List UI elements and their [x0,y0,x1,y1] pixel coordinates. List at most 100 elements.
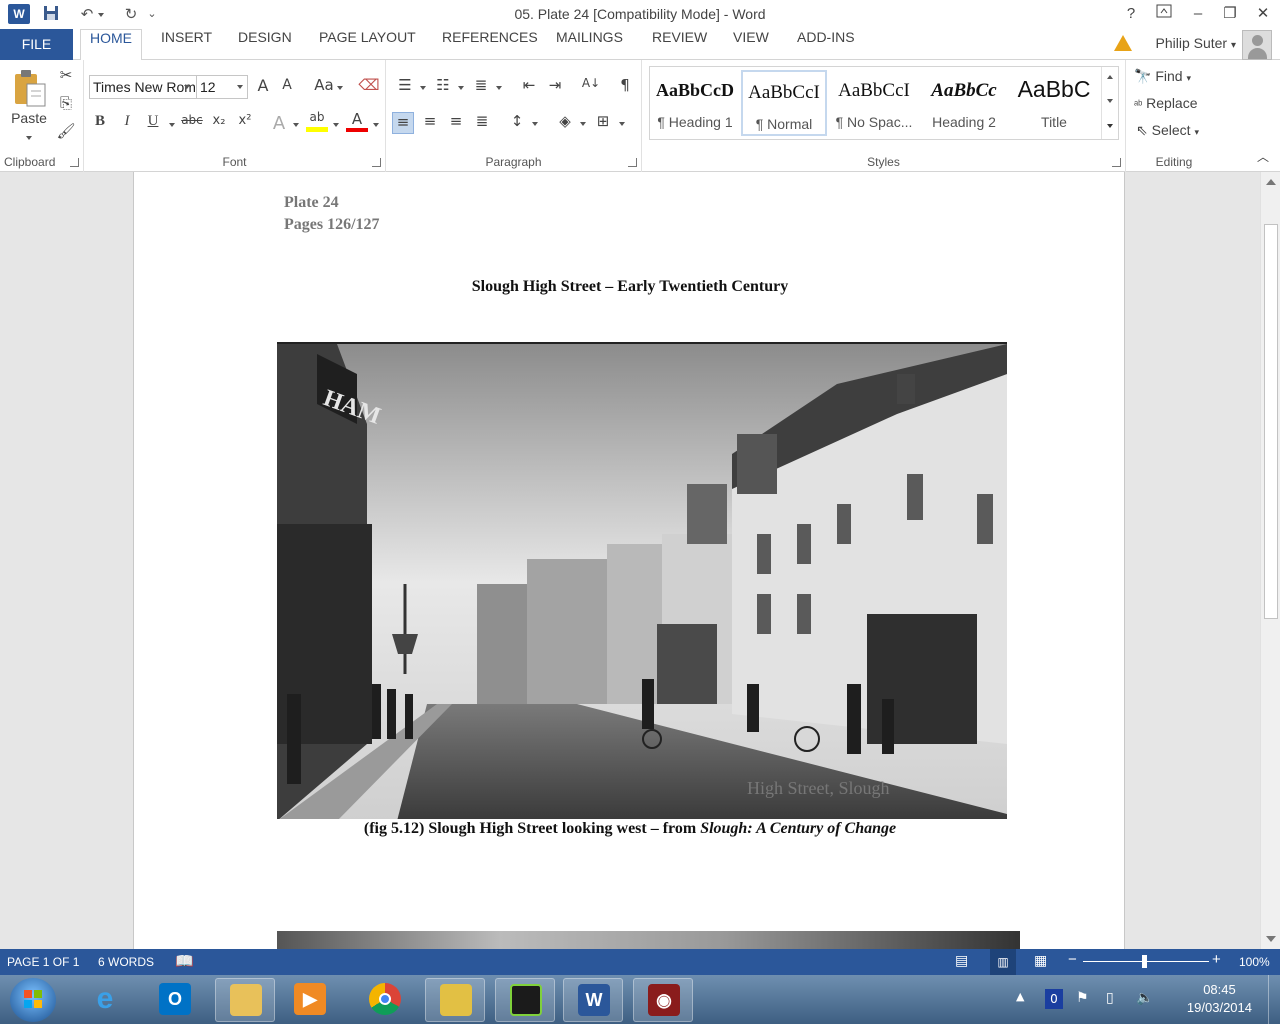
system-clock[interactable]: 08:45 19/03/2014 [1187,981,1252,1017]
bold-icon[interactable]: B [89,113,111,135]
tab-references[interactable]: REFERENCES [433,29,547,60]
collapse-ribbon-icon[interactable]: ︿ [1252,148,1274,170]
tab-view[interactable]: VIEW [724,29,778,60]
clear-formatting-icon[interactable]: ⌫ [358,76,380,98]
document-page[interactable]: Plate 24 Pages 126/127 Slough High Stree… [133,172,1125,949]
taskbar-app-green[interactable] [495,978,555,1022]
style-normal[interactable]: AaBbCcI ¶ Normal [741,70,827,136]
underline-icon[interactable]: U [142,113,164,135]
shading-icon[interactable]: ◈ [554,112,576,134]
street-photograph[interactable]: HAM High Street, Slough [277,342,1007,819]
tab-file[interactable]: FILE [0,29,73,60]
tab-add-ins[interactable]: ADD-INS [788,29,864,60]
borders-icon[interactable]: ⊞ [592,112,614,134]
read-mode-icon[interactable]: ▤ [955,952,968,969]
font-size-dropdown-icon[interactable] [237,85,243,89]
numbering-icon[interactable]: ☷ [432,76,454,98]
change-case-icon[interactable]: Aa [310,76,338,98]
strikethrough-icon[interactable]: abc [178,113,206,135]
taskbar-media-player[interactable]: ▶ [280,978,340,1022]
superscript-icon[interactable]: x² [234,113,256,135]
help-button[interactable]: ? [1116,2,1146,26]
close-button[interactable]: ✕ [1248,2,1278,26]
page-count-status[interactable]: PAGE 1 OF 1 [7,955,79,969]
paste-button[interactable]: Paste [8,110,50,126]
replace-button[interactable]: ᵃᵇ Replace [1134,95,1198,111]
font-launcher-icon[interactable] [372,158,381,167]
cut-icon[interactable]: ✂ [55,66,77,88]
zoom-level[interactable]: 100% [1239,955,1270,969]
numbering-dropdown-icon[interactable] [458,86,464,90]
select-button[interactable]: ⇖ Select ▾ [1136,122,1199,139]
restore-button[interactable]: ❐ [1215,2,1245,26]
text-effects-dropdown-icon[interactable] [293,123,299,127]
paste-dropdown-icon[interactable] [26,136,32,140]
start-button[interactable] [10,978,56,1022]
style-title[interactable]: AaBbC Title [1011,70,1097,136]
highlight-dropdown-icon[interactable] [333,123,339,127]
tab-home[interactable]: HOME [80,29,142,61]
scrollbar-thumb[interactable] [1264,224,1278,619]
shrink-font-icon[interactable]: A [276,77,298,99]
line-spacing-dropdown-icon[interactable] [532,122,538,126]
taskbar-image-viewer[interactable]: ◉ [633,978,693,1022]
tab-review[interactable]: REVIEW [643,29,716,60]
web-layout-icon[interactable]: ▦ [1034,952,1047,969]
style-heading-2[interactable]: AaBbCc Heading 2 [921,70,1007,136]
styles-launcher-icon[interactable] [1112,158,1121,167]
copy-icon[interactable]: ⎘ [55,94,77,116]
word-count-status[interactable]: 6 WORDS [98,955,154,969]
print-layout-icon[interactable]: ▥ [990,949,1016,975]
line-spacing-icon[interactable]: ↕ [506,112,528,134]
tab-design[interactable]: DESIGN [229,29,301,60]
align-right-icon[interactable]: ≡ [445,112,467,134]
font-color-dropdown-icon[interactable] [373,123,379,127]
clipboard-launcher-icon[interactable] [70,158,79,167]
tab-insert[interactable]: INSERT [152,29,221,60]
bullets-icon[interactable]: ☰ [394,76,416,98]
styles-gallery-scroll[interactable] [1101,67,1118,139]
gallery-down-icon[interactable] [1107,99,1113,103]
proofing-icon[interactable]: 📖 [175,952,194,970]
user-account-name[interactable]: Philip Suter ▾ [1155,35,1236,51]
subscript-icon[interactable]: x₂ [208,113,230,135]
scroll-down-icon[interactable] [1266,936,1276,942]
action-center-flag-icon[interactable]: ⚑ [1076,990,1089,1006]
bullets-dropdown-icon[interactable] [420,86,426,90]
second-photograph[interactable] [277,931,1020,949]
paste-icon[interactable] [10,68,50,108]
find-button[interactable]: 🔭 Find ▾ [1134,68,1191,85]
paragraph-launcher-icon[interactable] [628,158,637,167]
ribbon-display-options-icon[interactable] [1149,2,1179,26]
taskbar-word[interactable]: W [563,978,623,1022]
notification-badge[interactable]: 0 [1045,989,1063,1009]
format-painter-icon[interactable]: 🖌 [55,122,77,144]
taskbar-outlook[interactable]: O [145,978,205,1022]
show-formatting-icon[interactable]: ¶ [614,76,636,98]
minimize-button[interactable]: – [1183,2,1213,26]
taskbar-internet-explorer[interactable]: e [75,978,135,1022]
multilevel-list-dropdown-icon[interactable] [496,86,502,90]
scroll-up-icon[interactable] [1266,179,1276,185]
justify-icon[interactable]: ≣ [471,112,493,134]
sort-icon[interactable]: A↓ [580,76,602,98]
user-avatar[interactable] [1242,30,1272,60]
italic-icon[interactable]: I [116,113,138,135]
gallery-more-icon[interactable] [1107,124,1113,128]
font-name-combobox[interactable]: Times New Rom [89,75,197,99]
vertical-scrollbar[interactable] [1260,172,1280,949]
show-desktop-button[interactable] [1268,975,1280,1024]
show-hidden-icons[interactable]: ▲ [1016,990,1024,1003]
increase-indent-icon[interactable]: ⇥ [544,76,566,98]
font-color-icon[interactable]: A [346,110,368,132]
zoom-slider-thumb[interactable] [1142,955,1147,968]
gallery-up-icon[interactable] [1107,75,1113,79]
underline-dropdown-icon[interactable] [169,123,175,127]
shading-dropdown-icon[interactable] [580,122,586,126]
align-left-icon[interactable]: ≡ [392,112,414,134]
taskbar-chrome[interactable] [355,978,415,1022]
style-no-spacing[interactable]: AaBbCcI ¶ No Spac... [831,70,917,136]
multilevel-list-icon[interactable]: ≣ [470,76,492,98]
grow-font-icon[interactable]: A [252,76,274,98]
network-icon[interactable]: ▯ [1106,990,1114,1006]
